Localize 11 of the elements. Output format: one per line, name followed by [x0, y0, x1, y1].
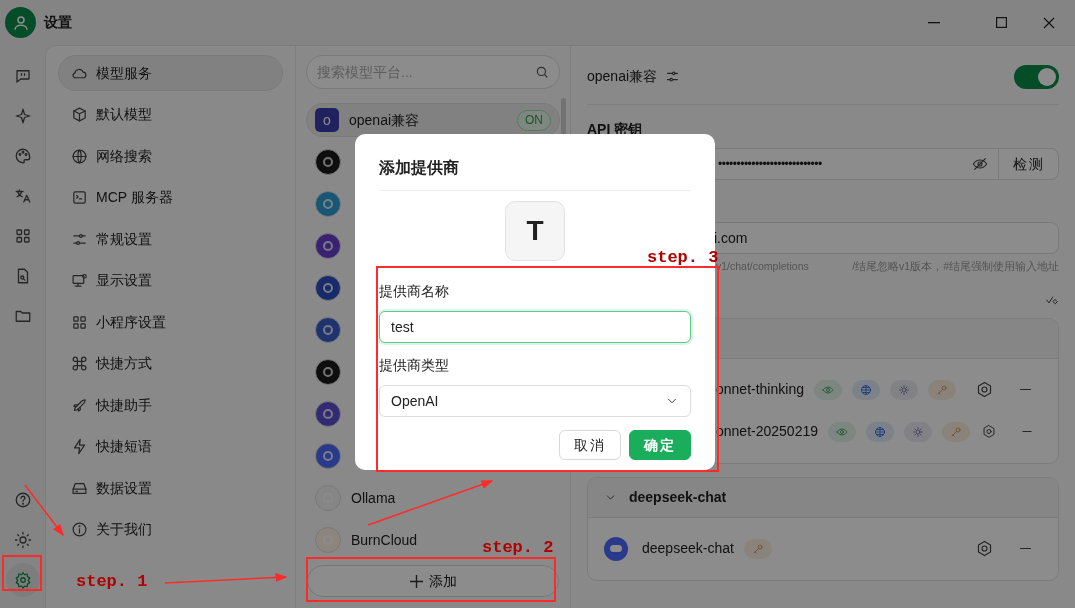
window-title: 设置 [44, 13, 72, 32]
group-title: deepseek-chat [629, 487, 727, 507]
provider-title: openai兼容 [587, 67, 658, 86]
dialog-title: 添加提供商 [379, 134, 691, 191]
provider-avatar: o [315, 108, 339, 132]
annotation-text: step. 1 [76, 571, 148, 593]
model-name: deepseek-chat [642, 539, 734, 559]
field-label: 提供商类型 [379, 356, 450, 375]
status-badge: ON [517, 109, 551, 131]
field-label: 提供商名称 [379, 282, 450, 301]
annotation-text: step. 2 [482, 537, 554, 559]
